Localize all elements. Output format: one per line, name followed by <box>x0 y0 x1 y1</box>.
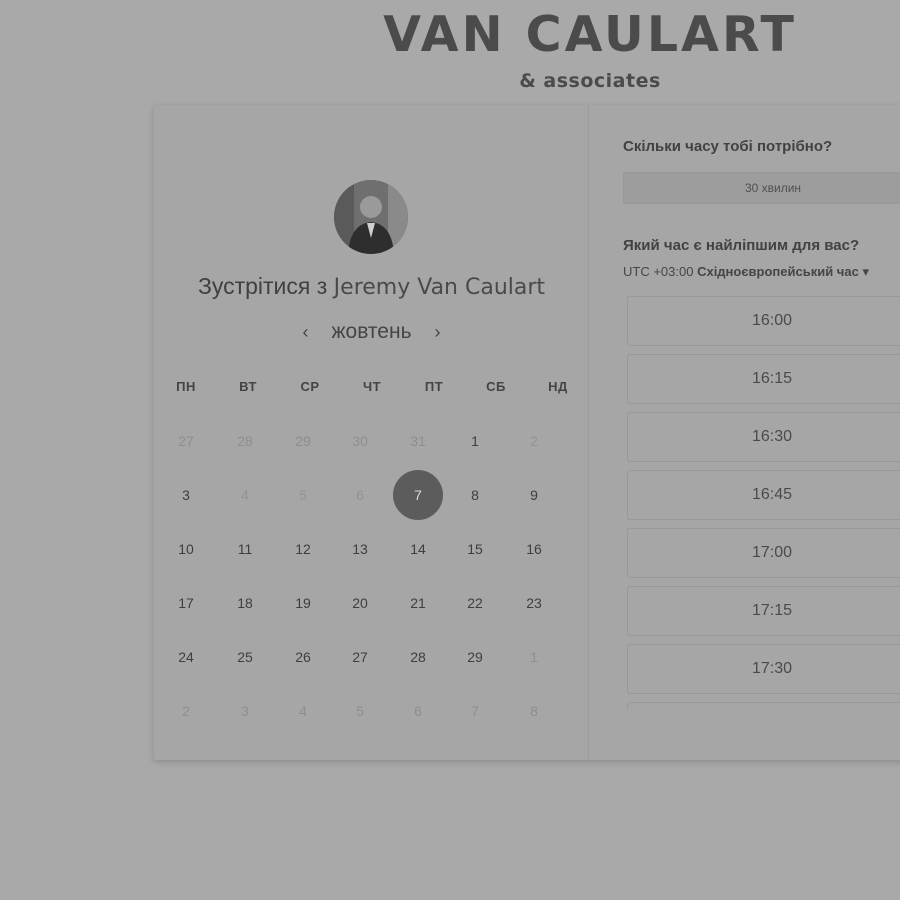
calendar-day: 2 <box>182 703 190 719</box>
time-slot-button[interactable]: 16:00 <box>627 296 900 346</box>
calendar-day[interactable]: 15 <box>450 524 500 574</box>
calendar-day: 5 <box>356 703 364 719</box>
calendar-day: 27 <box>178 433 194 449</box>
calendar-day: 4 <box>241 487 249 503</box>
prev-month-icon[interactable]: ‹ <box>295 322 315 343</box>
next-month-icon[interactable]: › <box>428 322 448 343</box>
calendar-day[interactable]: 28 <box>393 632 443 682</box>
weekday-label: ПН <box>176 379 196 394</box>
time-slot-button[interactable]: 16:45 <box>627 470 900 520</box>
duration-question: Скільки часу тобі потрібно? <box>623 138 833 155</box>
calendar-day[interactable]: 14 <box>393 524 443 574</box>
calendar-day[interactable]: 25 <box>220 632 270 682</box>
month-navigator: ‹ жовтень › <box>154 320 589 344</box>
time-slot-button-partial[interactable] <box>627 702 900 710</box>
chevron-down-icon: ▾ <box>862 264 869 279</box>
weekday-label: НД <box>548 379 568 394</box>
calendar-day: 6 <box>356 487 364 503</box>
calendar-day: 28 <box>237 433 253 449</box>
time-slot-button[interactable]: 16:15 <box>627 354 900 404</box>
calendar-day: 7 <box>471 703 479 719</box>
calendar-day[interactable]: 20 <box>335 578 385 628</box>
brand-name: VAN CAULART <box>383 6 797 63</box>
calendar-day: 3 <box>241 703 249 719</box>
meeting-prefix: Зустрітися з <box>197 273 328 299</box>
calendar-day[interactable]: 13 <box>335 524 385 574</box>
calendar-day: 31 <box>410 433 426 449</box>
timezone-offset: UTC +03:00 <box>623 264 694 279</box>
calendar-day-selected[interactable]: 7 <box>393 470 443 520</box>
booking-card: Зустрітися з Jeremy Van Caulart ‹ жовтен… <box>154 105 900 760</box>
calendar-day[interactable]: 18 <box>220 578 270 628</box>
brand-header: VAN CAULART & associates <box>0 6 900 92</box>
time-question: Який час є найліпшим для вас? <box>623 237 860 254</box>
host-name: Jeremy Van Caulart <box>333 275 546 300</box>
calendar-day[interactable]: 3 <box>161 470 211 520</box>
time-slot-button[interactable]: 17:00 <box>627 528 900 578</box>
calendar-day[interactable]: 24 <box>161 632 211 682</box>
calendar-day[interactable]: 26 <box>278 632 328 682</box>
calendar-day[interactable]: 19 <box>278 578 328 628</box>
calendar-day[interactable]: 1 <box>450 416 500 466</box>
time-slot-button[interactable]: 17:15 <box>627 586 900 636</box>
weekday-label: ПТ <box>424 379 444 394</box>
calendar-day: 4 <box>299 703 307 719</box>
calendar-day[interactable]: 12 <box>278 524 328 574</box>
calendar-day[interactable]: 16 <box>509 524 559 574</box>
calendar-day[interactable]: 11 <box>220 524 270 574</box>
timezone-name: Східноєвропейський час <box>697 264 859 279</box>
calendar-day: 29 <box>295 433 311 449</box>
duration-option[interactable]: 30 хвилин <box>623 172 900 204</box>
calendar-day[interactable]: 9 <box>509 470 559 520</box>
calendar-day: 6 <box>414 703 422 719</box>
weekday-label: ЧТ <box>362 379 382 394</box>
time-slot-button[interactable]: 16:30 <box>627 412 900 462</box>
calendar-day: 30 <box>352 433 368 449</box>
calendar-panel: Зустрітися з Jeremy Van Caulart ‹ жовтен… <box>154 105 589 760</box>
weekday-label: СР <box>300 379 320 394</box>
calendar-day[interactable]: 17 <box>161 578 211 628</box>
timezone-selector[interactable]: UTC +03:00 Східноєвропейський час ▾ <box>623 264 869 280</box>
calendar-day[interactable]: 21 <box>393 578 443 628</box>
meeting-title: Зустрітися з Jeremy Van Caulart <box>154 273 589 300</box>
weekday-label: ВТ <box>239 379 257 394</box>
brand-subtitle: & associates <box>519 70 661 92</box>
calendar-day: 5 <box>299 487 307 503</box>
calendar-day[interactable]: 23 <box>509 578 559 628</box>
calendar-day[interactable]: 27 <box>335 632 385 682</box>
month-label: жовтень <box>331 320 412 343</box>
avatar-photo-icon <box>334 180 408 254</box>
calendar-day: 1 <box>530 649 538 665</box>
host-avatar <box>334 180 408 254</box>
calendar-day: 2 <box>530 433 538 449</box>
calendar-day[interactable]: 22 <box>450 578 500 628</box>
weekday-label: СБ <box>486 379 506 394</box>
calendar-day: 8 <box>530 703 538 719</box>
booking-panel: Скільки часу тобі потрібно? 30 хвилин Як… <box>590 105 900 760</box>
calendar-day[interactable]: 8 <box>450 470 500 520</box>
calendar-day[interactable]: 29 <box>450 632 500 682</box>
calendar-day[interactable]: 10 <box>161 524 211 574</box>
time-slot-button[interactable]: 17:30 <box>627 644 900 694</box>
